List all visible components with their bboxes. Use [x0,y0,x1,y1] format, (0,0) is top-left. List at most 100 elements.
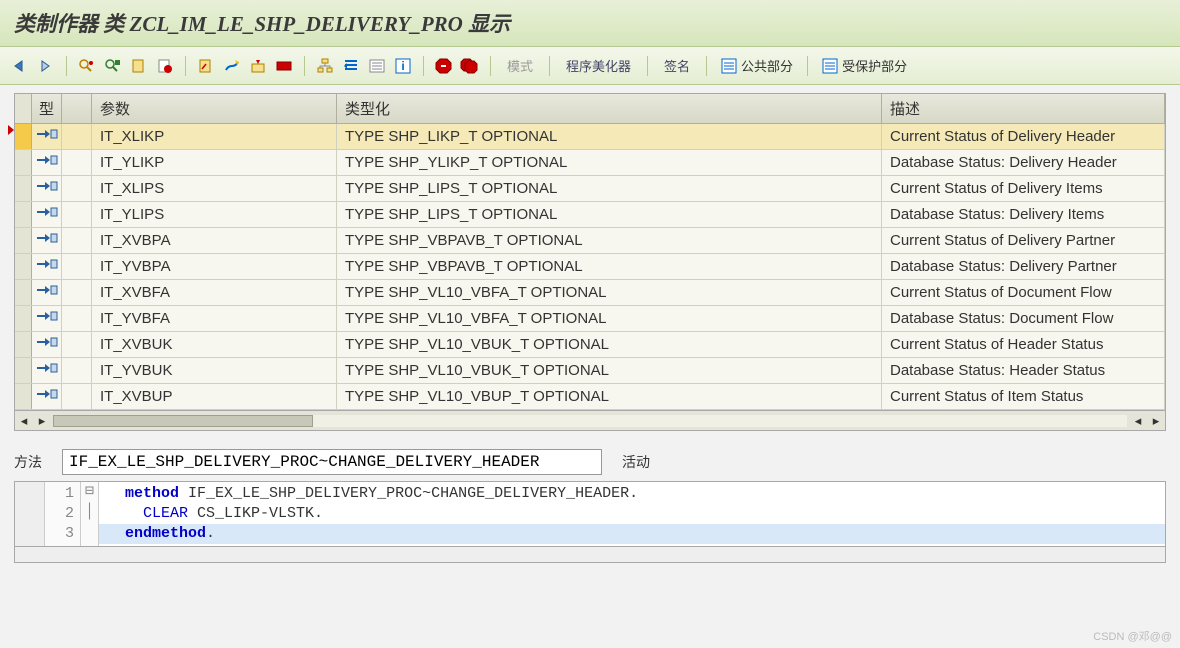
list-icon[interactable] [365,54,389,78]
table-row[interactable]: IT_XVBFATYPE SHP_VL10_VBFA_T OPTIONALCur… [15,280,1165,306]
cell-param[interactable]: IT_XVBUK [92,332,337,358]
cell-spacer [62,306,92,332]
stop-all-icon[interactable] [458,54,482,78]
row-marker[interactable] [15,202,32,228]
cell-desc[interactable]: Current Status of Delivery Partner [882,228,1165,254]
cell-param[interactable]: IT_YLIKP [92,150,337,176]
cell-typing[interactable]: TYPE SHP_VL10_VBUP_T OPTIONAL [337,384,882,410]
param-type-icon [32,332,62,358]
code-editor[interactable]: 123 ⊟│ method IF_EX_LE_SHP_DELIVERY_PROC… [14,481,1166,547]
row-marker[interactable] [15,254,32,280]
row-marker[interactable] [15,358,32,384]
scroll-right-icon[interactable]: ▸ [33,412,51,430]
cell-param[interactable]: IT_XVBUP [92,384,337,410]
code-hscroll[interactable] [14,547,1166,563]
row-marker[interactable] [15,280,32,306]
row-marker[interactable] [15,150,32,176]
cell-param[interactable]: IT_YLIPS [92,202,337,228]
hierarchy-icon[interactable] [313,54,337,78]
table-row[interactable]: IT_YLIKPTYPE SHP_YLIKP_T OPTIONALDatabas… [15,150,1165,176]
row-marker[interactable] [15,332,32,358]
cell-param[interactable]: IT_YVBPA [92,254,337,280]
cell-desc[interactable]: Current Status of Header Status [882,332,1165,358]
cell-param[interactable]: IT_XVBFA [92,280,337,306]
test-icon[interactable] [246,54,270,78]
col-typing-header[interactable]: 类型化 [337,94,882,124]
cell-desc[interactable]: Current Status of Item Status [882,384,1165,410]
cell-typing[interactable]: TYPE SHP_VL10_VBUK_T OPTIONAL [337,332,882,358]
cell-typing[interactable]: TYPE SHP_LIPS_T OPTIONAL [337,176,882,202]
public-section-button[interactable]: 公共部分 [715,56,799,75]
cell-param[interactable]: IT_XVBPA [92,228,337,254]
check-icon[interactable] [220,54,244,78]
scroll-left-icon[interactable]: ◂ [15,412,33,430]
col-desc-header[interactable]: 描述 [882,94,1165,124]
where-used-icon[interactable] [194,54,218,78]
display-object-icon[interactable] [75,54,99,78]
cell-typing[interactable]: TYPE SHP_VBPAVB_T OPTIONAL [337,254,882,280]
cell-desc[interactable]: Current Status of Document Flow [882,280,1165,306]
row-marker[interactable] [15,228,32,254]
other-object-icon[interactable] [101,54,125,78]
code-body[interactable]: method IF_EX_LE_SHP_DELIVERY_PROC~CHANGE… [99,482,1165,546]
cell-typing[interactable]: TYPE SHP_YLIKP_T OPTIONAL [337,150,882,176]
table-row[interactable]: IT_XVBUPTYPE SHP_VL10_VBUP_T OPTIONALCur… [15,384,1165,410]
stop-icon[interactable] [432,54,456,78]
col-spacer [62,94,92,124]
breakpoint-gutter[interactable] [15,482,45,546]
new-icon[interactable] [127,54,151,78]
col-marker[interactable] [15,94,32,124]
fold-gutter[interactable]: ⊟│ [81,482,99,546]
cell-desc[interactable]: Database Status: Header Status [882,358,1165,384]
row-marker[interactable] [15,176,32,202]
cell-spacer [62,280,92,306]
breakpoint-icon[interactable] [272,54,296,78]
cell-typing[interactable]: TYPE SHP_VL10_VBUK_T OPTIONAL [337,358,882,384]
cell-typing[interactable]: TYPE SHP_VL10_VBFA_T OPTIONAL [337,280,882,306]
cell-param[interactable]: IT_XLIKP [92,124,337,150]
outdent-icon[interactable] [339,54,363,78]
cell-typing[interactable]: TYPE SHP_LIKP_T OPTIONAL [337,124,882,150]
forward-icon[interactable] [34,54,58,78]
cell-desc[interactable]: Database Status: Delivery Partner [882,254,1165,280]
cell-param[interactable]: IT_YVBFA [92,306,337,332]
table-hscroll[interactable]: ◂ ▸ ◂ ▸ [14,411,1166,431]
cell-typing[interactable]: TYPE SHP_LIPS_T OPTIONAL [337,202,882,228]
table-row[interactable]: IT_XLIKPTYPE SHP_LIKP_T OPTIONALCurrent … [15,124,1165,150]
cell-desc[interactable]: Database Status: Delivery Header [882,150,1165,176]
table-row[interactable]: IT_YLIPSTYPE SHP_LIPS_T OPTIONALDatabase… [15,202,1165,228]
row-marker[interactable] [15,124,32,150]
col-type-header[interactable]: 型 [32,94,62,124]
method-row: 方法 活动 [14,449,1166,475]
protected-section-button[interactable]: 受保护部分 [816,56,913,75]
row-marker[interactable] [15,384,32,410]
table-row[interactable]: IT_YVBUKTYPE SHP_VL10_VBUK_T OPTIONALDat… [15,358,1165,384]
signature-button[interactable]: 签名 [656,56,698,75]
cell-desc[interactable]: Current Status of Delivery Header [882,124,1165,150]
method-name-input[interactable] [62,449,602,475]
activate-icon[interactable] [153,54,177,78]
col-param-header[interactable]: 参数 [92,94,337,124]
table-row[interactable]: IT_XVBPATYPE SHP_VBPAVB_T OPTIONALCurren… [15,228,1165,254]
row-pointer-icon [8,125,14,135]
table-row[interactable]: IT_XVBUKTYPE SHP_VL10_VBUK_T OPTIONALCur… [15,332,1165,358]
scroll-right2-icon[interactable]: ▸ [1147,412,1165,430]
cell-desc[interactable]: Database Status: Delivery Items [882,202,1165,228]
row-marker[interactable] [15,306,32,332]
back-icon[interactable] [8,54,32,78]
cell-spacer [62,176,92,202]
table-row[interactable]: IT_YVBFATYPE SHP_VL10_VBFA_T OPTIONALDat… [15,306,1165,332]
line-numbers: 123 [45,482,81,546]
cell-typing[interactable]: TYPE SHP_VBPAVB_T OPTIONAL [337,228,882,254]
cell-param[interactable]: IT_XLIPS [92,176,337,202]
table-row[interactable]: IT_XLIPSTYPE SHP_LIPS_T OPTIONALCurrent … [15,176,1165,202]
beautify-button[interactable]: 程序美化器 [558,56,639,75]
table-row[interactable]: IT_YVBPATYPE SHP_VBPAVB_T OPTIONALDataba… [15,254,1165,280]
cell-spacer [62,202,92,228]
cell-desc[interactable]: Current Status of Delivery Items [882,176,1165,202]
cell-param[interactable]: IT_YVBUK [92,358,337,384]
cell-desc[interactable]: Database Status: Document Flow [882,306,1165,332]
info-icon[interactable]: i [391,54,415,78]
cell-typing[interactable]: TYPE SHP_VL10_VBFA_T OPTIONAL [337,306,882,332]
scroll-left2-icon[interactable]: ◂ [1129,412,1147,430]
